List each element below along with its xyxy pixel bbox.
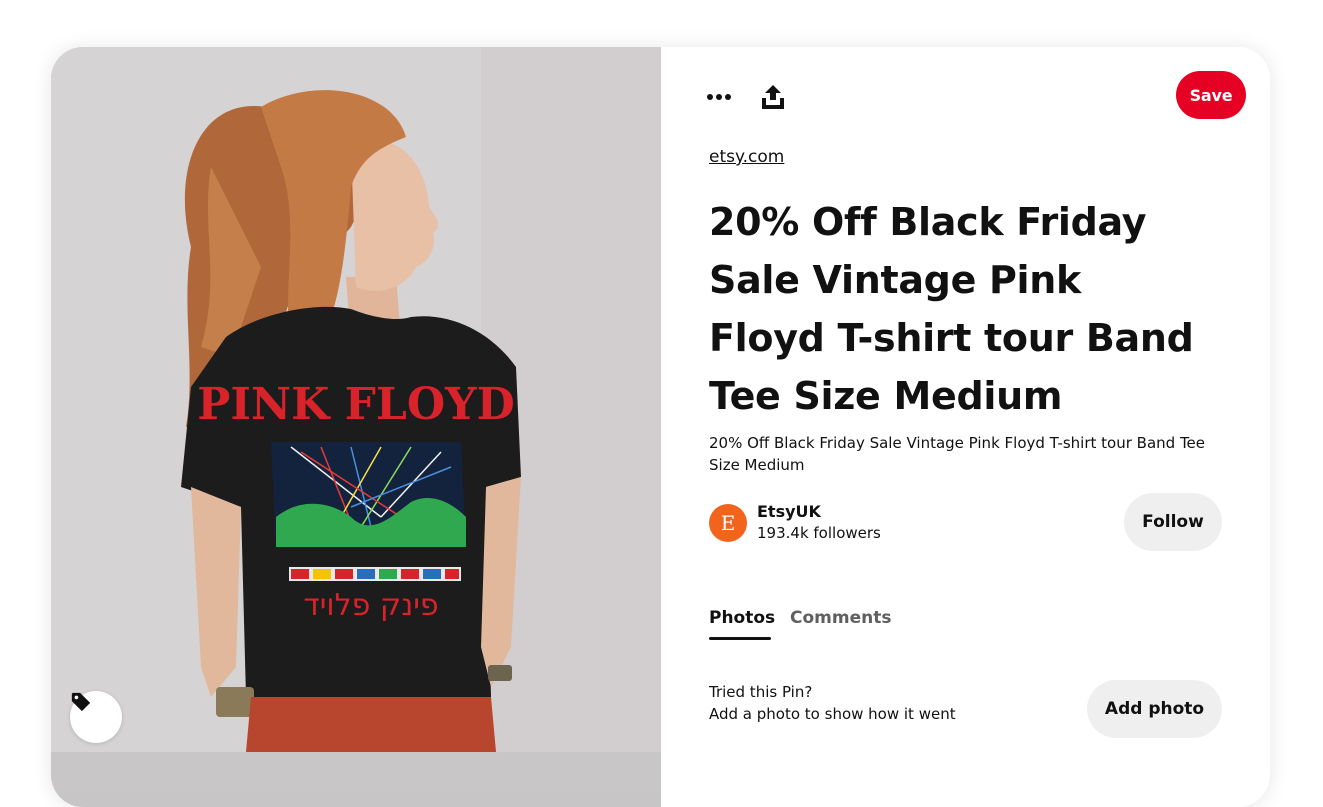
share-button[interactable] bbox=[753, 77, 793, 117]
more-horizontal-icon bbox=[707, 94, 731, 100]
add-photo-button[interactable]: Add photo bbox=[1087, 680, 1222, 738]
tried-pin-subtitle: Add a photo to show how it went bbox=[709, 705, 956, 723]
more-options-button[interactable] bbox=[699, 77, 739, 117]
pin-details-pane: Save etsy.com 20% Off Black Friday Sale … bbox=[661, 47, 1270, 807]
tab-comments[interactable]: Comments bbox=[790, 608, 891, 628]
pin-closeup-card: PINK FLOYD פינק פלויד Save etsy.com 20% … bbox=[51, 47, 1270, 807]
source-link[interactable]: etsy.com bbox=[709, 147, 784, 167]
svg-text:PINK FLOYD: PINK FLOYD bbox=[197, 379, 515, 430]
pin-image[interactable]: PINK FLOYD פינק פלויד bbox=[51, 47, 661, 807]
pin-photo: PINK FLOYD פינק פלויד bbox=[51, 47, 661, 752]
creator-name[interactable]: EtsyUK bbox=[757, 502, 821, 521]
creator-avatar[interactable]: E bbox=[709, 504, 747, 542]
pin-title: 20% Off Black Friday Sale Vintage Pink F… bbox=[709, 200, 1194, 418]
svg-text:פינק פלויד: פינק פלויד bbox=[303, 588, 438, 623]
share-upload-icon bbox=[762, 85, 784, 109]
save-button[interactable]: Save bbox=[1176, 71, 1246, 119]
follow-button[interactable]: Follow bbox=[1124, 493, 1222, 551]
tab-photos[interactable]: Photos bbox=[709, 608, 775, 628]
tried-pin-title: Tried this Pin? bbox=[709, 683, 813, 701]
creator-followers: 193.4k followers bbox=[757, 524, 881, 542]
shopping-tag-button[interactable] bbox=[70, 691, 122, 743]
active-tab-indicator bbox=[709, 637, 771, 640]
pin-description: 20% Off Black Friday Sale Vintage Pink F… bbox=[709, 434, 1206, 474]
tag-icon bbox=[71, 692, 91, 712]
